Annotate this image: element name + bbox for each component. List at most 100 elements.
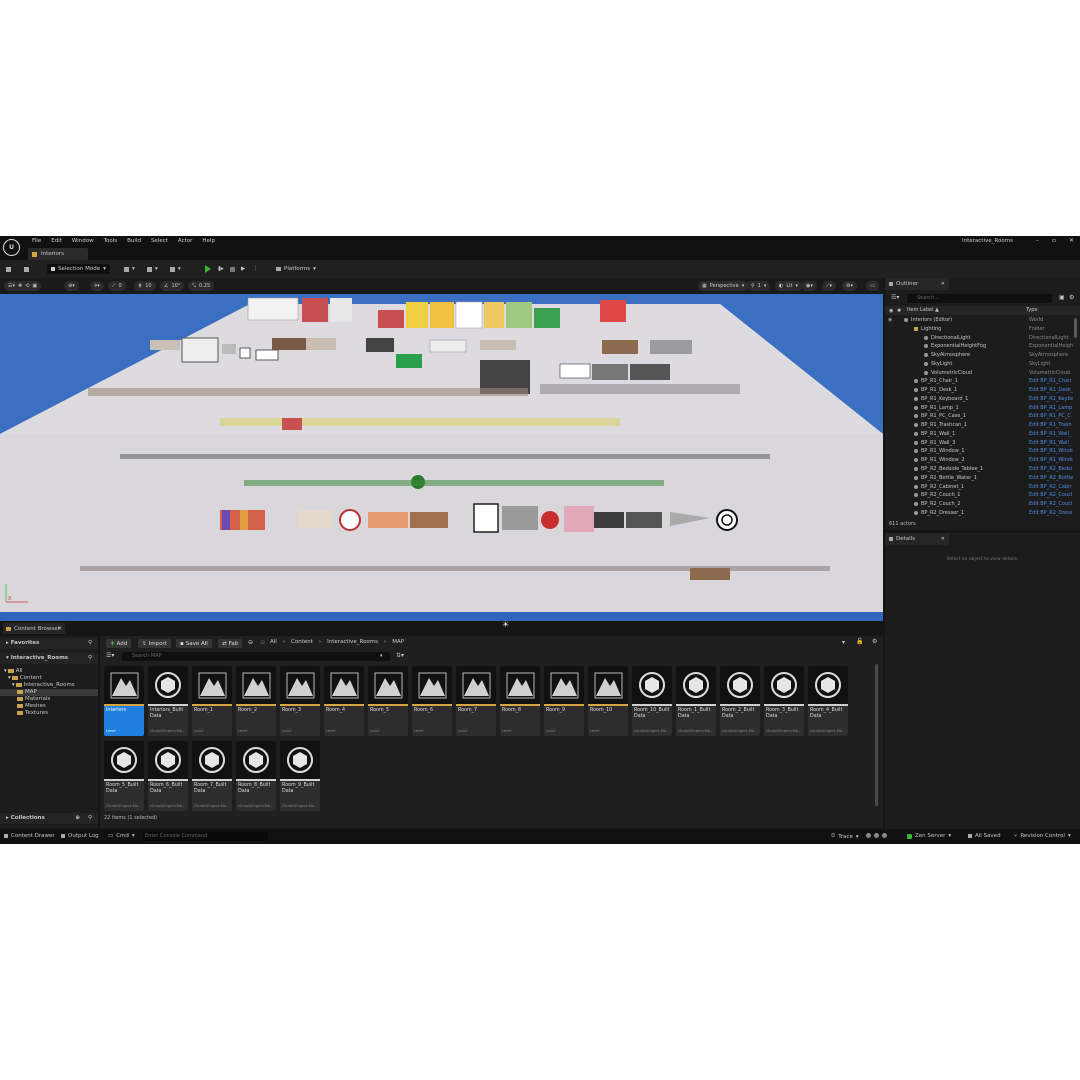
edit-blueprint-link[interactable]: Edit BP_R2_Coucl	[1029, 491, 1073, 500]
folder-tree-item[interactable]: ▾ Content	[0, 675, 98, 682]
outliner-row[interactable]: BP_R1_Desk_1 Edit BP_R1_Desk_	[885, 386, 1073, 395]
edit-blueprint-link[interactable]: Edit BP_R1_Keybo	[1029, 395, 1073, 404]
camera-speed-button[interactable]: ⚲ 1 ▾	[747, 281, 771, 291]
content-drawer-button[interactable]: Content Drawer	[4, 833, 55, 839]
outliner-row[interactable]: VolumetricCloud VolumetricCloud	[885, 369, 1073, 378]
stop-icon[interactable]	[230, 264, 235, 274]
chevron-down-icon[interactable]: ▾	[8, 675, 11, 681]
outliner-row[interactable]: ◉ Interiors (Editor) World	[885, 316, 1073, 325]
close-button[interactable]: ✕	[1069, 237, 1074, 244]
asset-tile[interactable]: Room_7 Level	[456, 666, 496, 736]
folder-tree-item[interactable]: Meshes	[0, 703, 98, 710]
asset-tile[interactable]: Interiors Level	[104, 666, 144, 736]
level-tab[interactable]: Interiors	[28, 248, 88, 260]
visibility-eye-icon[interactable]: ◉	[888, 316, 892, 325]
selection-mode-dropdown[interactable]: Selection Mode ▾	[47, 264, 110, 274]
outliner-row[interactable]: BP_R1_Wall_3 Edit BP_R1_Wall_	[885, 439, 1073, 448]
filter-icon[interactable]: ☰▾	[106, 652, 114, 659]
outliner-row[interactable]: BP_R2_Couch_1 Edit BP_R2_Coucl	[885, 491, 1073, 500]
collections-section[interactable]: ▸ Collections ⊕ ⚲	[0, 813, 98, 824]
save-icon[interactable]	[6, 264, 11, 274]
asset-search-input[interactable]: Search MAP	[122, 652, 390, 661]
menu-item-help[interactable]: Help	[197, 238, 220, 244]
asset-tile[interactable]: Room_7_Built Data (Script)Engine.Ma...	[192, 741, 232, 811]
zen-server-button[interactable]: Zen Server ▾	[907, 833, 951, 839]
asset-tile[interactable]: Room_6_Built Data (Script)Engine.Ma...	[148, 741, 188, 811]
outliner-scrollbar[interactable]	[1074, 318, 1077, 338]
item-label-column[interactable]: Item Label ▲	[907, 307, 939, 313]
type-column[interactable]: Type	[1026, 307, 1037, 313]
outliner-row[interactable]: BP_R2_Bottle_Water_1 Edit BP_R2_Bottle	[885, 474, 1073, 483]
menu-item-tools[interactable]: Tools	[99, 238, 123, 244]
asset-tile[interactable]: Room_4 Level	[324, 666, 364, 736]
edit-blueprint-link[interactable]: Edit BP_R1_Windo	[1029, 456, 1073, 465]
grid-snap-button[interactable]: ⋕ 10	[134, 281, 156, 291]
asset-tile[interactable]: Room_5_Built Data (Script)Engine.Ma...	[104, 741, 144, 811]
outliner-row[interactable]: BP_R1_Lamp_1 Edit BP_R1_Lamp	[885, 404, 1073, 413]
close-icon[interactable]: ✕	[941, 281, 945, 287]
breadcrumb-item[interactable]: All	[270, 639, 277, 645]
minimize-button[interactable]: –	[1036, 237, 1039, 244]
rotate-snap-button[interactable]: ∠ 10°	[160, 281, 185, 291]
menu-item-window[interactable]: Window	[67, 238, 99, 244]
menu-item-select[interactable]: Select	[146, 238, 173, 244]
breadcrumb-item[interactable]: Interactive_Rooms	[327, 639, 378, 645]
asset-tile[interactable]: Interiors_Built Data (Script)Engine.Ma...	[148, 666, 188, 736]
search-icon[interactable]: ⚲	[88, 638, 92, 649]
details-tab[interactable]: Details ✕	[885, 533, 949, 545]
add-folder-icon[interactable]: ▣	[1059, 294, 1065, 301]
asset-tile[interactable]: Room_8_Built Data (Script)Engine.Ma...	[236, 741, 276, 811]
asset-tile[interactable]: Room_8 Level	[500, 666, 540, 736]
asset-tile[interactable]: Room_3 Level	[280, 666, 320, 736]
menu-item-file[interactable]: File	[27, 238, 46, 244]
outliner-row[interactable]: BP_R1_Trashcan_1 Edit BP_R1_Trash	[885, 421, 1073, 430]
outliner-row[interactable]: BP_R1_Keyboard_1 Edit BP_R1_Keybo	[885, 395, 1073, 404]
outliner-row[interactable]: SkyLight SkyLight	[885, 360, 1073, 369]
outliner-row[interactable]: BP_R2_Cabinet_1 Edit BP_R2_Cabir	[885, 483, 1073, 492]
all-saved-button[interactable]: All Saved	[968, 833, 1001, 839]
edit-blueprint-link[interactable]: Edit BP_R1_Wall_	[1029, 430, 1073, 439]
edit-blueprint-link[interactable]: Edit BP_R2_Bedsi	[1029, 465, 1073, 474]
asset-tile[interactable]: Room_1_Built Data (Script)Engine.Ma...	[676, 666, 716, 736]
edit-blueprint-link[interactable]: Edit BP_R1_Chair	[1029, 377, 1073, 386]
derived-data-icon[interactable]	[866, 833, 887, 838]
outliner-row[interactable]: BP_R1_Window_1 Edit BP_R1_Windo	[885, 447, 1073, 456]
show-flags-button[interactable]: ◉▾	[802, 281, 817, 291]
folder-tree-item[interactable]: Materials	[0, 696, 98, 703]
platforms-dropdown[interactable]: Platforms ▾	[276, 264, 316, 274]
asset-tile[interactable]: Room_5 Level	[368, 666, 408, 736]
outliner-row[interactable]: BP_R1_Window_2 Edit BP_R1_Windo	[885, 456, 1073, 465]
close-icon[interactable]: ✕	[941, 536, 945, 542]
asset-tile[interactable]: Room_9 Level	[544, 666, 584, 736]
sort-icon[interactable]: ⇅▾	[396, 652, 404, 659]
outliner-tab[interactable]: Outliner ✕	[885, 278, 949, 290]
breadcrumb-item[interactable]: MAP	[392, 639, 404, 645]
snap-angle-button[interactable]: ⟋ 0	[108, 281, 126, 291]
outliner-row[interactable]: ExponentialHeightFog ExponentialHeight	[885, 342, 1073, 351]
console-command-input[interactable]: Enter Console Command	[142, 832, 268, 841]
outliner-row[interactable]: Lighting Folder	[885, 325, 1073, 334]
favorites-section[interactable]: ▸ Favorites ⚲	[0, 638, 98, 649]
asset-tile[interactable]: Room_9_Built Data (Script)Engine.Ma...	[280, 741, 320, 811]
folder-tree-item[interactable]: ▾ Interactive_Rooms	[0, 682, 98, 689]
eject-icon[interactable]: ▶	[241, 264, 245, 274]
scalability-button[interactable]: ⟋▾	[822, 281, 837, 291]
settings-gear-icon[interactable]: ⚙▾	[842, 281, 857, 291]
add-actor-icon[interactable]: ▾	[124, 264, 135, 274]
folder-tree-item[interactable]: MAP	[0, 689, 98, 696]
lit-dropdown[interactable]: ◐ Lit ▾	[775, 281, 803, 291]
add-button[interactable]: ✚ Add	[106, 639, 132, 648]
asset-tile[interactable]: Room_3_Built Data (Script)Engine.Ma...	[764, 666, 804, 736]
fab-button[interactable]: ⇄ Fab	[218, 639, 243, 648]
close-icon[interactable]: ✕	[57, 626, 62, 632]
project-section[interactable]: ▾ Interactive_Rooms ⚲	[0, 653, 98, 664]
cinematics-icon[interactable]: ▾	[170, 264, 181, 274]
folder-tree-item[interactable]: ▾ All	[0, 668, 98, 675]
save-all-button[interactable]: ▪ Save All	[176, 639, 212, 648]
play-button[interactable]	[205, 264, 211, 274]
outliner-row[interactable]: BP_R2_Couch_2 Edit BP_R2_Coucl	[885, 500, 1073, 509]
revision-control-button[interactable]: ⑂ Revision Control ▾	[1014, 833, 1071, 839]
cmd-dropdown[interactable]: ▭ Cmd ▾	[108, 833, 135, 839]
trace-dropdown[interactable]: ⏲ Trace ▾	[831, 833, 859, 840]
menu-item-build[interactable]: Build	[122, 238, 146, 244]
